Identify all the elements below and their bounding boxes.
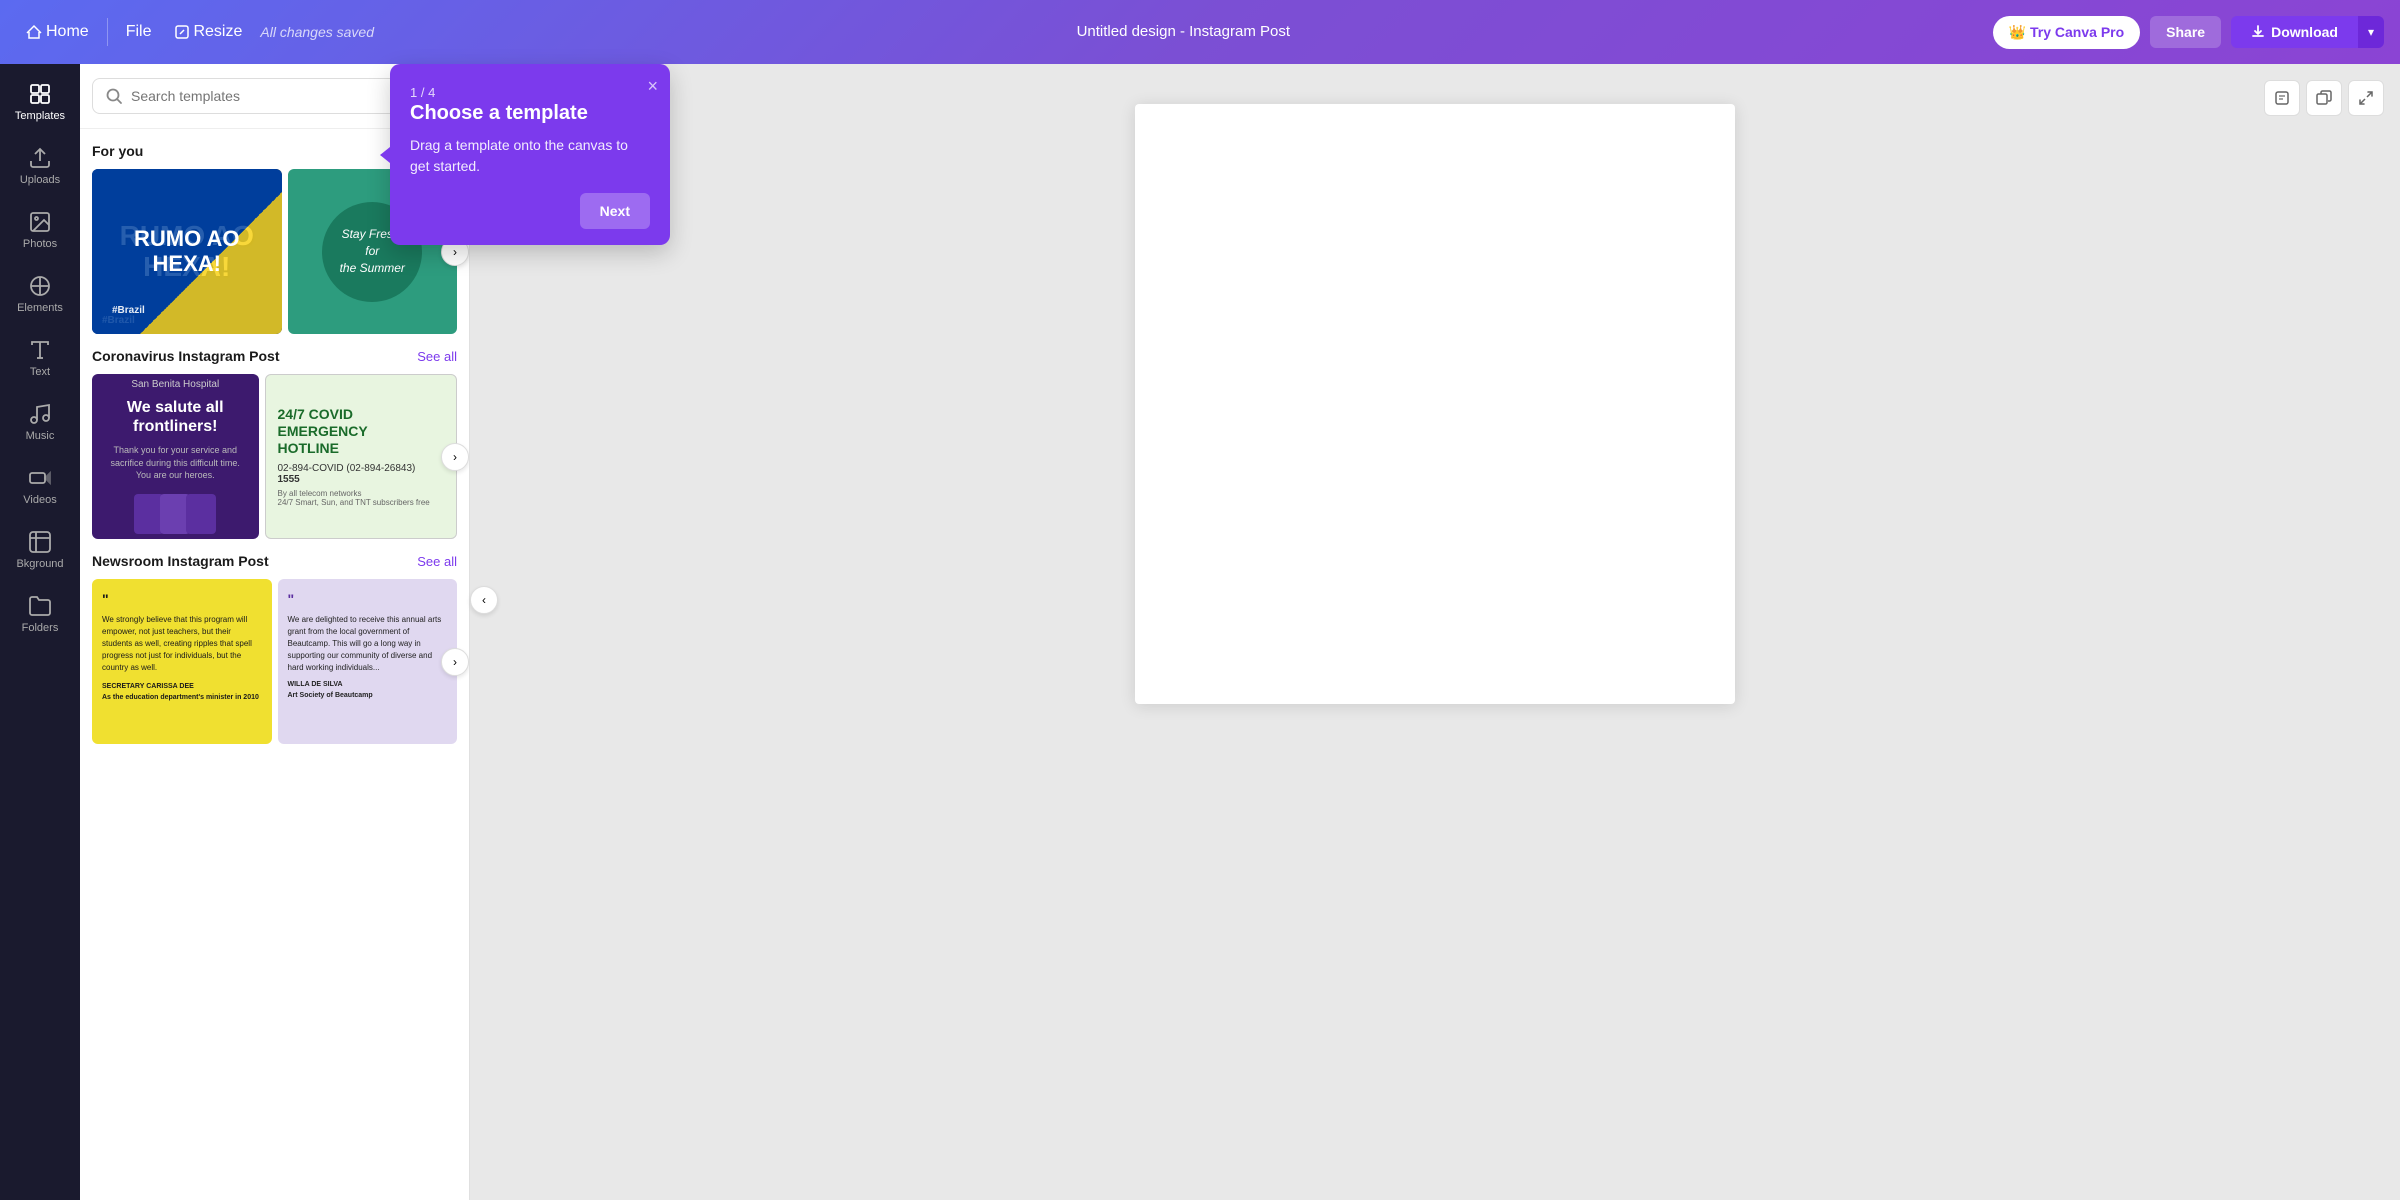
crown-icon: 👑 bbox=[2009, 24, 2026, 41]
template-content: For you See all RUMO AOHEXA! #Brazil RUM… bbox=[80, 129, 469, 1200]
tooltip-arrow bbox=[380, 147, 390, 163]
canvas-page bbox=[1135, 104, 1735, 704]
sidebar-item-background[interactable]: Bkground bbox=[4, 520, 76, 580]
sidebar-item-folders[interactable]: Folders bbox=[4, 584, 76, 644]
tooltip-close-button[interactable]: × bbox=[647, 76, 658, 97]
search-box[interactable] bbox=[92, 78, 419, 114]
tooltip-counter: 1 / 4 bbox=[410, 85, 435, 100]
sidebar-item-label: Music bbox=[26, 430, 55, 442]
canvas-area bbox=[470, 64, 2400, 1200]
sidebar-item-templates[interactable]: Templates bbox=[4, 72, 76, 132]
header-right: 👑 Try Canva Pro Share Download ▾ bbox=[1993, 16, 2384, 49]
sidebar-item-music[interactable]: Music bbox=[4, 392, 76, 452]
template-card-newsroom1[interactable]: " We strongly believe that this program … bbox=[92, 579, 272, 744]
expand-tool-button[interactable] bbox=[2348, 80, 2384, 116]
sidebar-item-elements[interactable]: Elements bbox=[4, 264, 76, 324]
sidebar-item-label: Photos bbox=[23, 238, 57, 250]
for-you-title: For you bbox=[92, 143, 143, 159]
hide-panel-button[interactable]: ‹ bbox=[470, 586, 498, 614]
note-tool-button[interactable] bbox=[2264, 80, 2300, 116]
tooltip-popup: 1 / 4 Choose a template Drag a template … bbox=[390, 64, 670, 245]
sidebar-item-uploads[interactable]: Uploads bbox=[4, 136, 76, 196]
header-divider bbox=[107, 18, 108, 46]
try-pro-button[interactable]: 👑 Try Canva Pro bbox=[1993, 16, 2141, 49]
sidebar-item-label: Templates bbox=[15, 110, 65, 122]
resize-button[interactable]: Resize bbox=[165, 17, 252, 47]
tooltip-title: Choose a template bbox=[410, 102, 650, 125]
template-card-newsroom2[interactable]: " We are delighted to receive this annua… bbox=[278, 579, 458, 744]
app-header: Home File Resize All changes saved Untit… bbox=[0, 0, 2400, 64]
coronavirus-title: Coronavirus Instagram Post bbox=[92, 348, 280, 364]
coronavirus-grid: San Benita Hospital We salute all frontl… bbox=[92, 374, 457, 539]
sidebar-item-label: Bkground bbox=[16, 558, 63, 570]
tooltip-next-button[interactable]: Next bbox=[580, 193, 650, 229]
coronavirus-see-all[interactable]: See all bbox=[417, 349, 457, 364]
canvas-toolbar bbox=[2264, 80, 2384, 116]
header-center: Untitled design - Instagram Post bbox=[382, 23, 1985, 41]
sidebar-item-text[interactable]: Text bbox=[4, 328, 76, 388]
download-button[interactable]: Download bbox=[2231, 16, 2358, 48]
download-group: Download ▾ bbox=[2231, 16, 2384, 48]
main-layout: Templates Uploads Photos Elements Text M… bbox=[0, 64, 2400, 1200]
file-menu[interactable]: File bbox=[116, 17, 162, 47]
coronavirus-next-button[interactable]: › bbox=[441, 443, 469, 471]
newsroom-title: Newsroom Instagram Post bbox=[92, 553, 269, 569]
icon-sidebar: Templates Uploads Photos Elements Text M… bbox=[0, 64, 80, 1200]
coronavirus-section-header: Coronavirus Instagram Post See all bbox=[92, 334, 457, 374]
newsroom-section-header: Newsroom Instagram Post See all bbox=[92, 539, 457, 579]
sidebar-item-photos[interactable]: Photos bbox=[4, 200, 76, 260]
newsroom-next-button[interactable]: › bbox=[441, 648, 469, 676]
sidebar-item-label: Text bbox=[30, 366, 50, 378]
sidebar-item-label: Videos bbox=[23, 494, 56, 506]
sidebar-item-label: Elements bbox=[17, 302, 63, 314]
sidebar-item-label: Folders bbox=[22, 622, 59, 634]
newsroom-see-all[interactable]: See all bbox=[417, 554, 457, 569]
download-dropdown-button[interactable]: ▾ bbox=[2358, 16, 2384, 48]
share-button[interactable]: Share bbox=[2150, 16, 2221, 48]
search-input[interactable] bbox=[131, 88, 406, 104]
newsroom-grid: " We strongly believe that this program … bbox=[92, 579, 457, 744]
search-icon bbox=[105, 87, 123, 105]
tooltip-description: Drag a template onto the canvas to get s… bbox=[410, 135, 650, 177]
home-button[interactable]: Home bbox=[16, 17, 99, 47]
header-left: Home File Resize All changes saved bbox=[16, 17, 374, 47]
template-card-brazil[interactable]: RUMO AOHEXA! #Brazil RUMO AOHEXA! #Brazi… bbox=[92, 169, 282, 334]
save-status: All changes saved bbox=[260, 24, 374, 40]
template-card-frontliners[interactable]: San Benita Hospital We salute all frontl… bbox=[92, 374, 259, 539]
document-title: Untitled design - Instagram Post bbox=[1077, 23, 1290, 40]
sidebar-item-videos[interactable]: Videos bbox=[4, 456, 76, 516]
sidebar-item-label: Uploads bbox=[20, 174, 60, 186]
template-card-covid-hotline[interactable]: 24/7 COVIDEMERGENCYHOTLINE 02-894-COVID … bbox=[265, 374, 458, 539]
duplicate-tool-button[interactable] bbox=[2306, 80, 2342, 116]
